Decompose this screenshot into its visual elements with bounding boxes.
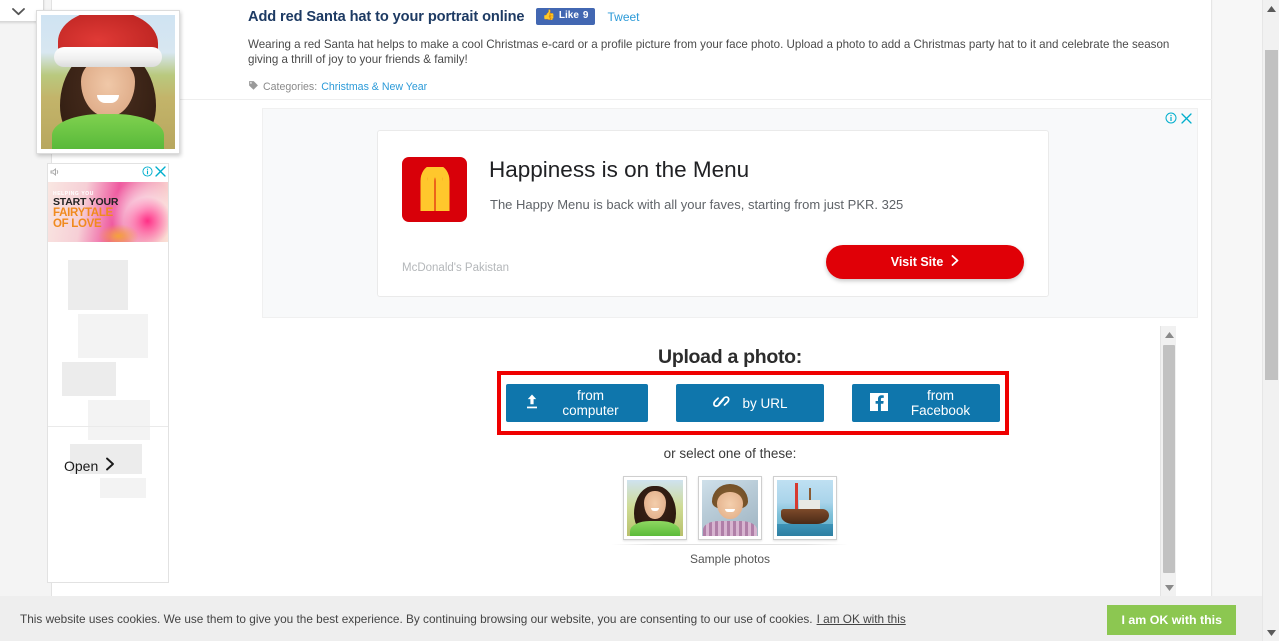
ad-info-icon[interactable] [142, 164, 153, 182]
facebook-like-button[interactable]: 👍 Like 9 [536, 8, 596, 25]
advertisement-banner: Happiness is on the Menu The Happy Menu … [262, 108, 1198, 318]
like-count: 9 [582, 10, 589, 21]
title-row: Add red Santa hat to your portrait onlin… [248, 8, 1212, 25]
page-title: Add red Santa hat to your portrait onlin… [248, 8, 525, 25]
content-page: Add red Santa hat to your portrait onlin… [52, 0, 1212, 596]
cookie-consent-bar: This website uses cookies. We use them t… [0, 596, 1262, 641]
samples-divider [612, 544, 848, 545]
or-select-label: or select one of these: [663, 446, 797, 461]
tag-icon [248, 80, 259, 94]
sidebar-ad-open-label: Open [64, 457, 99, 474]
chevron-right-icon [105, 457, 115, 474]
chevron-right-icon [951, 255, 959, 269]
upload-from-facebook-label: from Facebook [910, 388, 971, 418]
sidebar-ad-open-button[interactable]: Open [64, 457, 115, 474]
article-header: Add red Santa hat to your portrait onlin… [52, 0, 1212, 100]
ad-advertiser: McDonald's Pakistan [402, 262, 510, 274]
upload-heading: Upload a photo: [658, 346, 802, 368]
ad-mute-icon[interactable] [50, 167, 61, 179]
right-gutter [1213, 0, 1262, 596]
article-description: Wearing a red Santa hat helps to make a … [248, 38, 1170, 66]
sample-photos-row [248, 476, 1212, 540]
sidebar-ad-footer: Open [48, 426, 168, 504]
sidebar-ad-creative[interactable]: HELPING YOU START YOUR FAIRYTALE OF LOVE [48, 182, 168, 242]
scroll-up-arrow-icon[interactable] [1263, 0, 1279, 17]
cookie-text: This website uses cookies. We use them t… [20, 612, 906, 626]
upload-buttons-row: from computer by URL from Facebook [497, 371, 1009, 435]
ad-close-icon[interactable] [155, 164, 166, 182]
facebook-icon [870, 392, 888, 414]
tweet-button[interactable]: Tweet [607, 10, 639, 24]
ad-controls [1165, 111, 1192, 129]
sample-photos-label: Sample photos [689, 552, 771, 566]
category-link[interactable]: Christmas & New Year [321, 81, 427, 93]
categories-label: Categories: [263, 81, 318, 93]
inner-scrollbar[interactable] [1160, 326, 1176, 596]
ad-subhead: The Happy Menu is back with all your fav… [490, 197, 904, 212]
ad-close-icon[interactable] [1181, 111, 1192, 129]
upload-from-computer-button[interactable]: from computer [506, 384, 648, 422]
sidebar-ad-headline-3: OF LOVE [53, 218, 102, 230]
ad-card[interactable]: Happiness is on the Menu The Happy Menu … [377, 130, 1049, 297]
inner-scrollbar-thumb[interactable] [1163, 345, 1175, 573]
chevron-down-icon [11, 8, 25, 16]
sample-photo-boat[interactable] [773, 476, 837, 540]
cookie-inline-accept-link[interactable]: I am OK with this [817, 612, 906, 626]
scroll-down-arrow-icon[interactable] [1161, 579, 1177, 596]
sidebar-advertisement: HELPING YOU START YOUR FAIRYTALE OF LOVE… [47, 163, 169, 583]
scroll-down-arrow-icon[interactable] [1263, 624, 1279, 641]
sidebar-ad-body: Open [48, 242, 168, 504]
upload-from-computer-label: from computer [562, 388, 619, 418]
categories-row: Categories: Christmas & New Year [248, 80, 1212, 94]
link-icon [712, 393, 731, 413]
sample-photo-man[interactable] [698, 476, 762, 540]
mcdonalds-logo [402, 157, 467, 222]
window-scrollbar-thumb[interactable] [1265, 50, 1278, 380]
sidebar-ad-controls [48, 164, 168, 182]
ad-headline: Happiness is on the Menu [489, 157, 750, 182]
upload-section: Upload a photo: from computer by URL fro… [248, 328, 1212, 596]
article-thumbnail[interactable] [36, 10, 180, 154]
sidebar-ad-headline-1: START YOUR [53, 196, 119, 208]
like-label: Like [558, 10, 579, 21]
upload-by-url-button[interactable]: by URL [676, 384, 824, 422]
ad-info-icon[interactable] [1165, 111, 1177, 129]
upload-by-url-label: by URL [742, 395, 788, 411]
window-scrollbar[interactable] [1262, 0, 1279, 641]
visit-site-button[interactable]: Visit Site [826, 245, 1024, 279]
upload-icon [524, 393, 540, 413]
scroll-up-arrow-icon[interactable] [1161, 326, 1177, 343]
browser-viewport: Add red Santa hat to your portrait onlin… [0, 0, 1279, 641]
upload-from-facebook-button[interactable]: from Facebook [852, 384, 1000, 422]
main-column: Happiness is on the Menu The Happy Menu … [248, 100, 1212, 596]
visit-site-label: Visit Site [890, 255, 944, 269]
thumbs-up-icon: 👍 [542, 10, 555, 21]
cookie-accept-button[interactable]: I am OK with this [1107, 605, 1236, 635]
cookie-message: This website uses cookies. We use them t… [20, 611, 813, 626]
sample-photo-woman[interactable] [623, 476, 687, 540]
